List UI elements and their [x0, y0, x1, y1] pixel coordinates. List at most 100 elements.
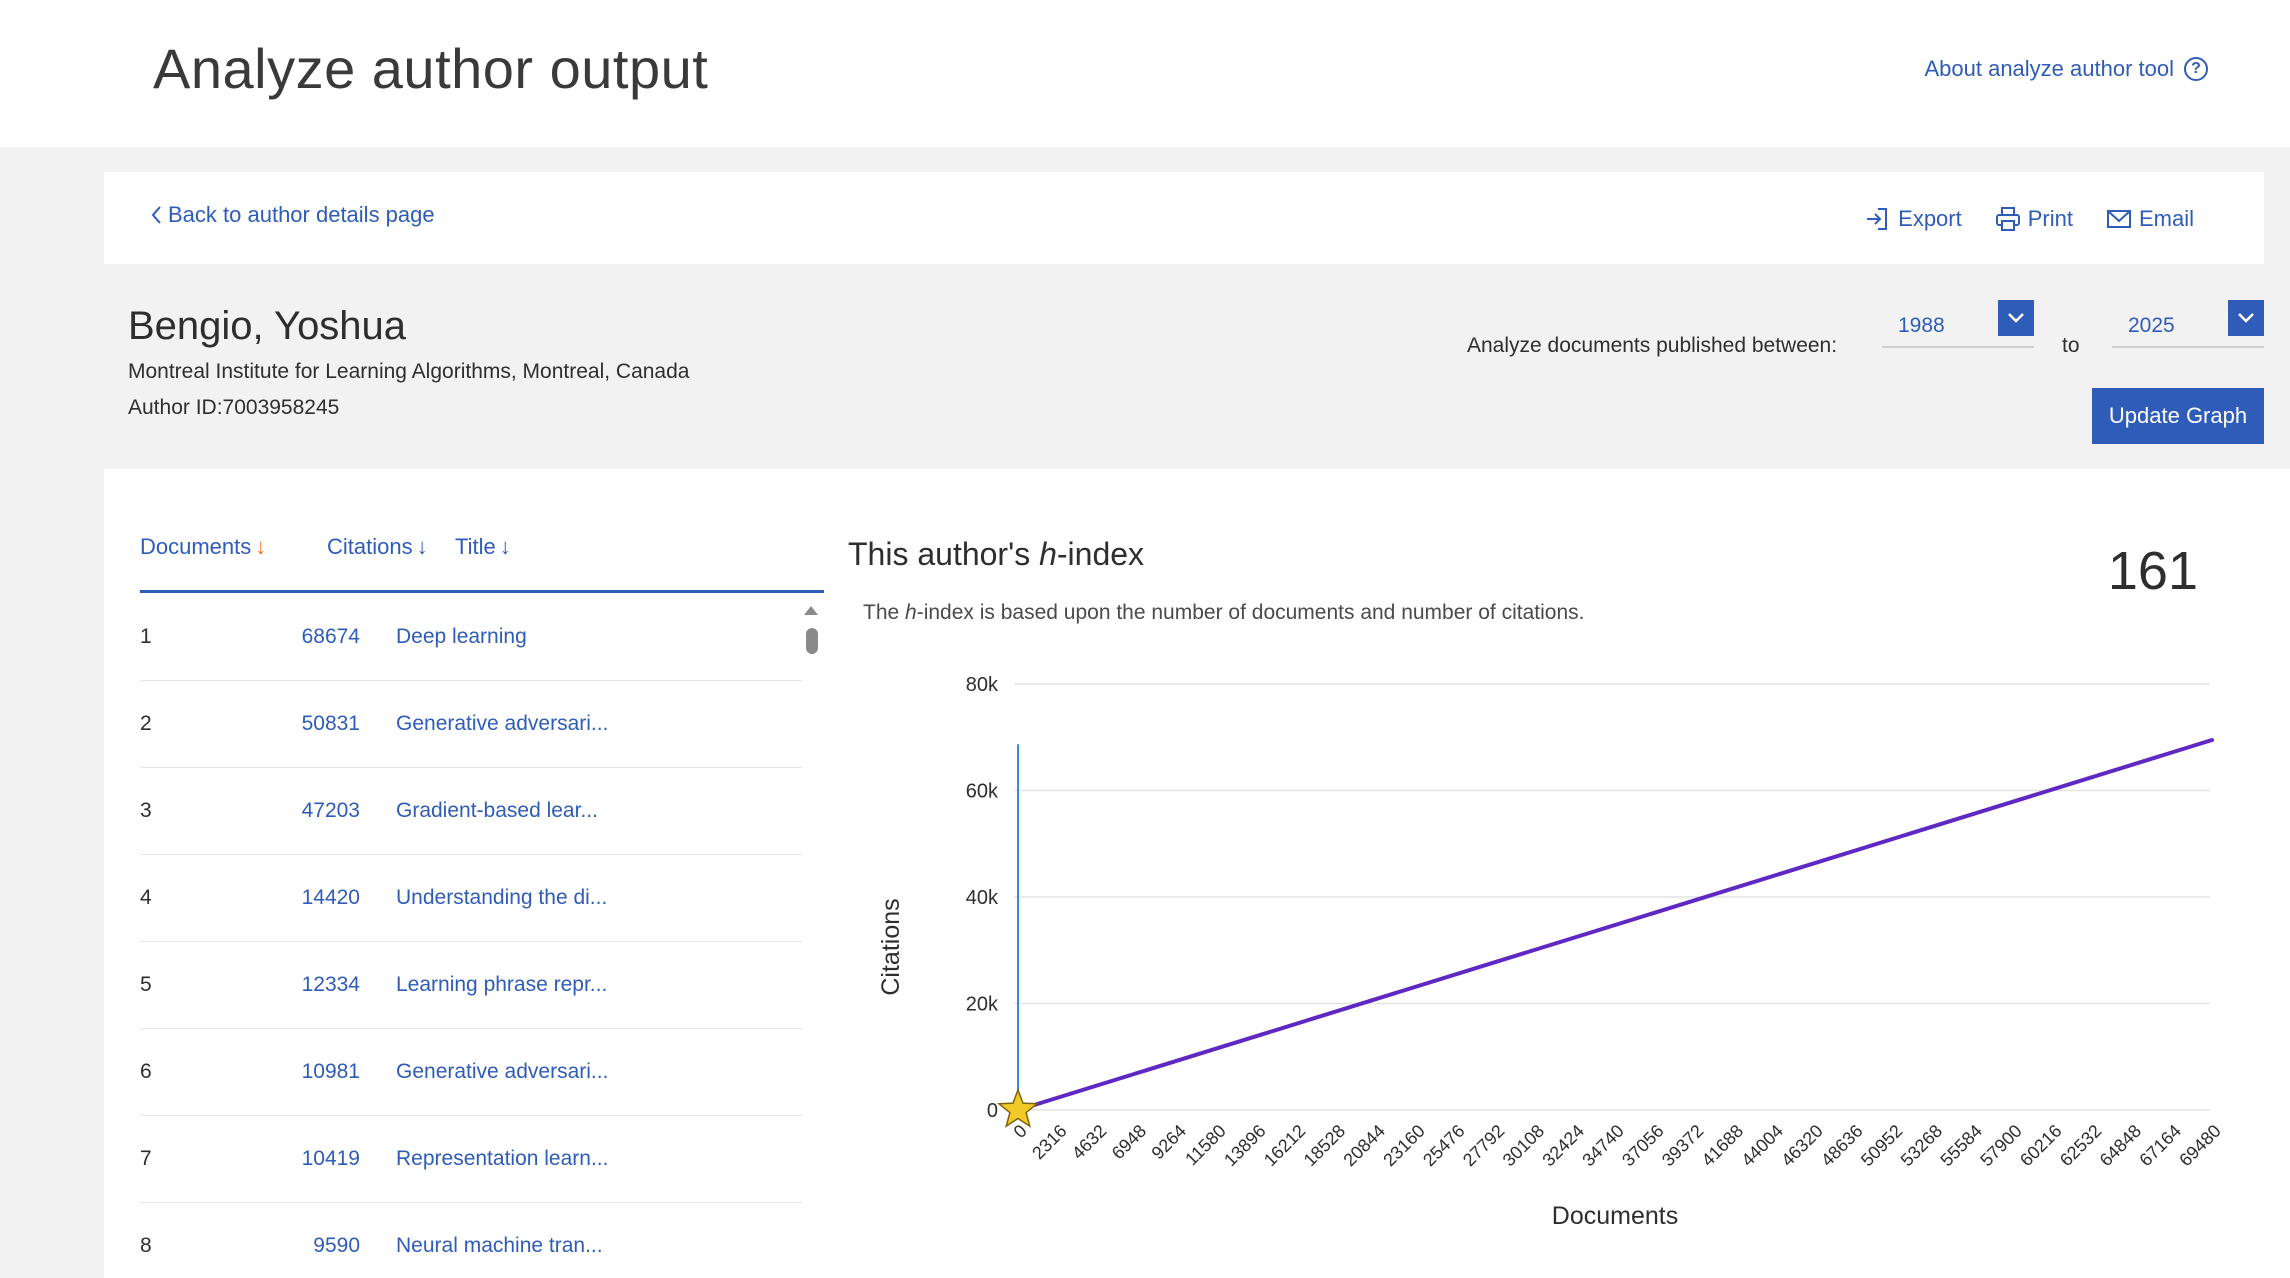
x-tick-label: 53268	[1897, 1121, 1947, 1171]
document-title-link[interactable]: Generative adversari...	[396, 1060, 608, 1084]
citations-link[interactable]: 9590	[260, 1234, 360, 1258]
x-tick-label: 48636	[1817, 1121, 1867, 1171]
arrow-down-icon: ↓	[255, 534, 267, 559]
arrow-down-icon: ↓	[416, 534, 428, 559]
x-tick-label: 30108	[1499, 1121, 1549, 1171]
list-item: 6 10981 Generative adversari...	[140, 1029, 802, 1116]
citations-link[interactable]: 10981	[260, 1060, 360, 1084]
x-tick-label: 11580	[1181, 1121, 1230, 1170]
to-year-select[interactable]: 2025	[2112, 300, 2264, 348]
export-button[interactable]: Export	[1864, 205, 1962, 233]
document-list-headers: Documents ↓ Citations ↓ Title ↓	[140, 534, 511, 560]
from-year-select[interactable]: 1988	[1882, 300, 2034, 348]
back-link-label: Back to author details page	[168, 202, 435, 227]
x-tick-label: 44004	[1737, 1121, 1787, 1171]
hindex-title-prefix: This author's	[848, 536, 1040, 572]
document-title-link[interactable]: Generative adversari...	[396, 712, 608, 736]
export-icon	[1867, 208, 1888, 230]
update-graph-button[interactable]: Update Graph	[2092, 388, 2264, 444]
hindex-chart: 020k40k60k80k023164632694892641158013896…	[877, 674, 2225, 1230]
x-tick-label: 55584	[1936, 1121, 1986, 1171]
y-axis-label: Citations	[877, 898, 905, 995]
list-item: 2 50831 Generative adversari...	[140, 681, 802, 768]
list-item: 3 47203 Gradient-based lear...	[140, 768, 802, 855]
x-tick-label: 50952	[1857, 1121, 1907, 1171]
document-title-link[interactable]: Understanding the di...	[396, 886, 607, 910]
x-tick-label: 23160	[1379, 1121, 1429, 1171]
x-tick-label: 64848	[2096, 1121, 2146, 1171]
doc-number: 7	[140, 1147, 152, 1170]
x-tick-label: 62532	[2056, 1121, 2106, 1171]
action-links: Export Print Email	[1864, 205, 2194, 233]
hindex-value: 161	[2107, 541, 2198, 601]
envelope-icon	[2106, 210, 2131, 228]
to-label: to	[2062, 334, 2080, 357]
chevron-down-icon[interactable]	[1998, 300, 2034, 336]
chevron-down-icon[interactable]	[2228, 300, 2264, 336]
x-tick-label: 4632	[1068, 1121, 1110, 1163]
hindex-title-italic: h	[1039, 536, 1057, 572]
help-icon: ?	[2184, 57, 2208, 81]
scroll-up-arrow[interactable]	[804, 606, 818, 615]
document-title-link[interactable]: Deep learning	[396, 625, 527, 649]
chevron-left-icon	[151, 206, 161, 224]
author-affiliation: Montreal Institute for Learning Algorith…	[128, 360, 690, 383]
x-tick-label: 20844	[1339, 1121, 1389, 1171]
x-tick-label: 6948	[1108, 1121, 1150, 1163]
x-tick-label: 25476	[1419, 1121, 1469, 1171]
x-tick-label: 34740	[1578, 1121, 1628, 1171]
star-icon	[996, 1087, 1040, 1128]
from-year-value: 1988	[1898, 314, 1945, 337]
x-axis-label: Documents	[1552, 1202, 1678, 1230]
sort-title-button[interactable]: Title ↓	[455, 534, 511, 560]
doc-number: 5	[140, 973, 152, 996]
sort-citations-button[interactable]: Citations ↓	[327, 534, 455, 560]
hindex-description: The h-index is based upon the number of …	[863, 601, 1584, 625]
document-list: 1 68674 Deep learning 2 50831 Generative adv…	[140, 594, 802, 1278]
y-tick-label: 0	[987, 1100, 998, 1122]
author-name: Bengio, Yoshua	[128, 304, 407, 348]
list-item: 8 9590 Neural machine tran...	[140, 1203, 802, 1278]
back-link[interactable]: Back to author details page	[150, 202, 435, 228]
title-header-label: Title	[455, 534, 496, 559]
doc-number: 8	[140, 1234, 152, 1257]
x-tick-label: 13896	[1220, 1121, 1270, 1171]
email-button[interactable]: Email	[2105, 205, 2194, 233]
header-divider	[140, 590, 824, 593]
x-tick-label: 39372	[1658, 1121, 1708, 1171]
document-title-link[interactable]: Representation learn...	[396, 1147, 608, 1171]
hindex-title-suffix: -index	[1056, 536, 1145, 572]
scrollbar-thumb[interactable]	[806, 628, 818, 654]
y-tick-label: 40k	[966, 887, 999, 909]
citations-header-label: Citations	[327, 534, 413, 559]
citations-link[interactable]: 12334	[260, 973, 360, 997]
x-tick-label: 2316	[1028, 1121, 1070, 1163]
x-tick-label: 16212	[1260, 1121, 1310, 1171]
y-tick-label: 20k	[966, 994, 999, 1016]
citations-link[interactable]: 50831	[260, 712, 360, 736]
citations-link[interactable]: 47203	[260, 799, 360, 823]
sort-documents-button[interactable]: Documents ↓	[140, 534, 327, 560]
to-year-value: 2025	[2128, 314, 2175, 337]
document-title-link[interactable]: Neural machine tran...	[396, 1234, 603, 1258]
list-item: 7 10419 Representation learn...	[140, 1116, 802, 1203]
citations-link[interactable]: 14420	[260, 886, 360, 910]
document-title-link[interactable]: Learning phrase repr...	[396, 973, 607, 997]
list-item: 1 68674 Deep learning	[140, 594, 802, 681]
citations-link[interactable]: 68674	[260, 625, 360, 649]
top-bar: Analyze author output About analyze auth…	[0, 0, 2290, 147]
date-range-label: Analyze documents published between:	[1467, 334, 1838, 357]
author-id: Author ID:7003958245	[128, 396, 340, 419]
action-bar: Back to author details page Export Print…	[104, 172, 2264, 264]
doc-number: 2	[140, 712, 152, 735]
document-title-link[interactable]: Gradient-based lear...	[396, 799, 598, 823]
citations-link[interactable]: 10419	[260, 1147, 360, 1171]
export-label: Export	[1898, 206, 1962, 231]
about-tool-link[interactable]: About analyze author tool ?	[1924, 56, 2208, 82]
x-tick-label: 37056	[1618, 1121, 1668, 1171]
x-tick-label: 60216	[2016, 1121, 2066, 1171]
print-button[interactable]: Print	[1994, 205, 2073, 233]
list-item: 5 12334 Learning phrase repr...	[140, 942, 802, 1029]
x-tick-label: 27792	[1459, 1121, 1509, 1171]
doc-number: 4	[140, 886, 152, 909]
